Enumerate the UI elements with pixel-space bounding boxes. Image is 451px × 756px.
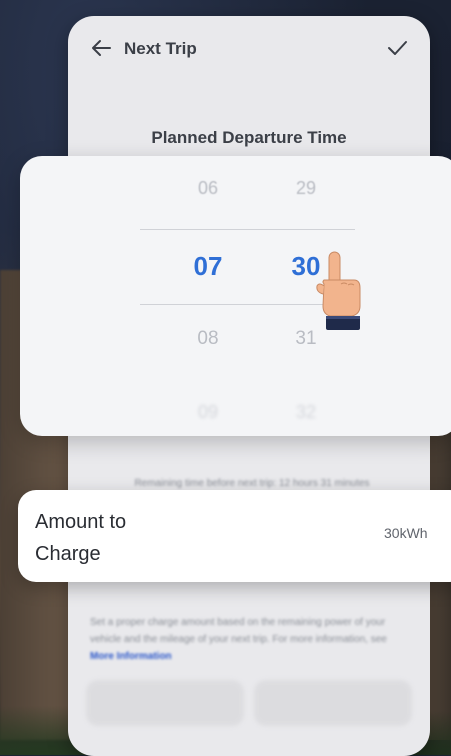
minute-option[interactable]: 29 [276, 178, 336, 199]
info-text: Set a proper charge amount based on the … [90, 614, 412, 665]
amount-label: Amount to Charge [35, 511, 127, 565]
selection-line-top [140, 229, 355, 230]
minute-option[interactable]: 32 [276, 402, 336, 423]
bottom-buttons [86, 680, 412, 726]
bottom-button-right[interactable] [254, 680, 412, 726]
hour-option[interactable]: 08 [178, 328, 238, 350]
hour-option[interactable]: 09 [178, 402, 238, 423]
info-description: Set a proper charge amount based on the … [90, 617, 387, 645]
page-title: Next Trip [124, 39, 197, 58]
amount-value: 30kWh [384, 525, 428, 541]
hour-selected[interactable]: 07 [178, 251, 238, 282]
bottom-button-left[interactable] [86, 680, 244, 726]
arrow-left-icon[interactable] [90, 38, 112, 58]
top-bar: Next Trip [68, 16, 430, 80]
time-picker-card: 06 07 08 09 29 30 31 32 [20, 156, 451, 436]
more-information-link[interactable]: More Information [90, 651, 172, 662]
amount-to-charge-card[interactable]: Amount to Charge 30kWh [18, 490, 451, 582]
section-title: Planned Departure Time [151, 128, 347, 147]
pointing-hand-icon [316, 251, 361, 330]
remaining-time-text: Remaining time before next trip: 12 hour… [134, 478, 370, 489]
hour-option[interactable]: 06 [178, 178, 238, 199]
checkmark-icon[interactable] [386, 38, 408, 58]
